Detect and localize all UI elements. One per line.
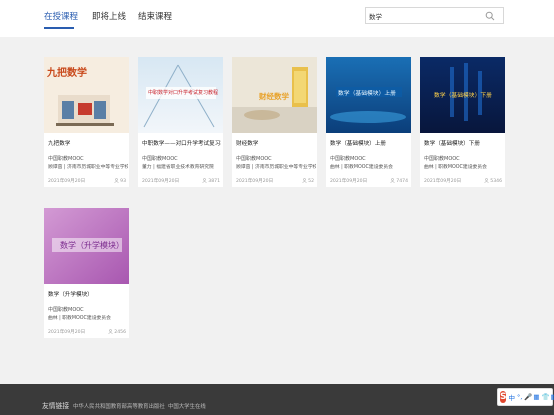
- course-title[interactable]: 数学（基础模块）下册: [424, 139, 503, 147]
- course-teacher: 曲林 | 职教MOOC建设委员会: [424, 165, 487, 170]
- course-school: 中国职教MOOC: [330, 156, 366, 162]
- course-card[interactable]: 数学（升学模块） 数学（升学模块） 中国职教MOOC 曲林 | 职教MOOC建设…: [44, 208, 129, 338]
- top-bar: 在授课程 即将上线 结束课程: [0, 0, 554, 37]
- course-thumbnail[interactable]: 数学（升学模块）: [44, 208, 129, 284]
- tab-ongoing[interactable]: 在授课程: [44, 10, 78, 22]
- course-school: 中国职教MOOC: [142, 156, 178, 162]
- footer: 友情链接 中华人民共和国教育部 高等教育出版社 中国大学生在线: [0, 384, 554, 415]
- tab-ended[interactable]: 结束课程: [138, 10, 172, 22]
- course-title[interactable]: 数学（升学模块）: [48, 290, 127, 298]
- person-icon: [202, 178, 207, 183]
- enrollment-count: 5346: [484, 178, 502, 184]
- search-box: [365, 7, 504, 24]
- course-thumbnail[interactable]: 中职数学对口升学考试复习教程: [138, 57, 223, 133]
- course-thumbnail[interactable]: 数学（基础模块）上册: [326, 57, 411, 133]
- search-icon[interactable]: [485, 11, 495, 21]
- enrollment-count: 7474: [390, 178, 408, 184]
- thumbnail-text: 财经数学: [259, 92, 289, 101]
- course-date: 2021年09月20日: [424, 179, 462, 184]
- course-card[interactable]: 中职数学对口升学考试复习教程 中职数学——对口升学考试复习教程 中国职教MOOC…: [138, 57, 223, 187]
- sogou-logo-icon[interactable]: S: [500, 391, 507, 403]
- ime-keyboard-icon[interactable]: ▦: [533, 393, 539, 401]
- ime-skin-icon[interactable]: 👕: [541, 393, 549, 401]
- ime-mic-icon[interactable]: 🎤: [524, 393, 532, 401]
- ime-punct-icon[interactable]: °,: [517, 393, 522, 401]
- person-icon: [114, 178, 119, 183]
- course-date: 2021年09月20日: [142, 179, 180, 184]
- ime-lang-toggle[interactable]: 中: [508, 392, 515, 402]
- course-card[interactable]: 数学（基础模块）上册 数学（基础模块）上册 中国职教MOOC 曲林 | 职教MO…: [326, 57, 411, 187]
- course-title[interactable]: 九把数学: [48, 139, 127, 147]
- course-thumbnail[interactable]: 财经数学: [232, 57, 317, 133]
- course-teacher: 顾谭茵 | 济南市历城职业中等专业学校: [48, 165, 128, 170]
- course-card[interactable]: 财经数学 财经数学 中国职教MOOC 顾谭茵 | 济南市历城职业中等专业学校 2…: [232, 57, 317, 187]
- footer-link-univs[interactable]: 中国大学生在线: [168, 402, 206, 410]
- search-input[interactable]: [369, 9, 481, 22]
- course-school: 中国职教MOOC: [424, 156, 460, 162]
- person-icon: [484, 178, 489, 183]
- enrollment-count: 52: [302, 178, 314, 184]
- course-thumbnail[interactable]: 九把数学: [44, 57, 129, 133]
- course-school: 中国职教MOOC: [48, 307, 84, 313]
- friendly-links-title: 友情链接: [42, 402, 70, 410]
- thumbnail-text: 中职数学对口升学考试复习教程: [148, 90, 219, 96]
- course-title[interactable]: 中职数学——对口升学考试复习教程: [142, 139, 221, 147]
- tab-upcoming[interactable]: 即将上线: [92, 10, 126, 22]
- course-teacher: 董力 | 福建省职业技术教育研究院: [142, 165, 214, 170]
- course-title[interactable]: 财经数学: [236, 139, 315, 147]
- enrollment-count: 2456: [108, 329, 126, 335]
- footer-link-moe[interactable]: 中华人民共和国教育部: [73, 402, 127, 410]
- person-icon: [302, 178, 307, 183]
- course-title[interactable]: 数学（基础模块）上册: [330, 139, 409, 147]
- course-school: 中国职教MOOC: [48, 156, 84, 162]
- course-school: 中国职教MOOC: [236, 156, 272, 162]
- course-card[interactable]: 数学（基础模块）下册 数学（基础模块）下册 中国职教MOOC 曲林 | 职教MO…: [420, 57, 505, 187]
- course-date: 2021年09月20日: [48, 179, 86, 184]
- footer-link-hep[interactable]: 高等教育出版社: [127, 402, 165, 410]
- course-date: 2021年09月20日: [236, 179, 274, 184]
- course-card[interactable]: 九把数学 九把数学 中国职教MOOC 顾谭茵 | 济南市历城职业中等专业学校 2…: [44, 57, 129, 187]
- enrollment-count: 93: [114, 178, 126, 184]
- thumbnail-text: 数学（基础模块）下册: [434, 93, 492, 99]
- active-tab-indicator: [44, 27, 74, 29]
- thumbnail-text: 九把数学: [47, 68, 87, 79]
- course-teacher: 曲林 | 职教MOOC建设委员会: [330, 165, 393, 170]
- course-teacher: 顾谭茵 | 济南市历城职业中等专业学校: [236, 165, 316, 170]
- thumbnail-text: 数学（升学模块）: [60, 241, 124, 250]
- course-date: 2021年09月20日: [48, 330, 86, 335]
- person-icon: [108, 329, 113, 334]
- person-icon: [390, 178, 395, 183]
- ime-toolbar[interactable]: S 中 °, 🎤 ▦ 👕 ▦: [497, 388, 554, 406]
- ime-menu-icon[interactable]: ▦: [550, 393, 554, 401]
- thumbnail-text: 数学（基础模块）上册: [338, 91, 396, 97]
- course-teacher: 曲林 | 职教MOOC建设委员会: [48, 316, 111, 321]
- course-date: 2021年09月20日: [330, 179, 368, 184]
- course-thumbnail[interactable]: 数学（基础模块）下册: [420, 57, 505, 133]
- enrollment-count: 3871: [202, 178, 220, 184]
